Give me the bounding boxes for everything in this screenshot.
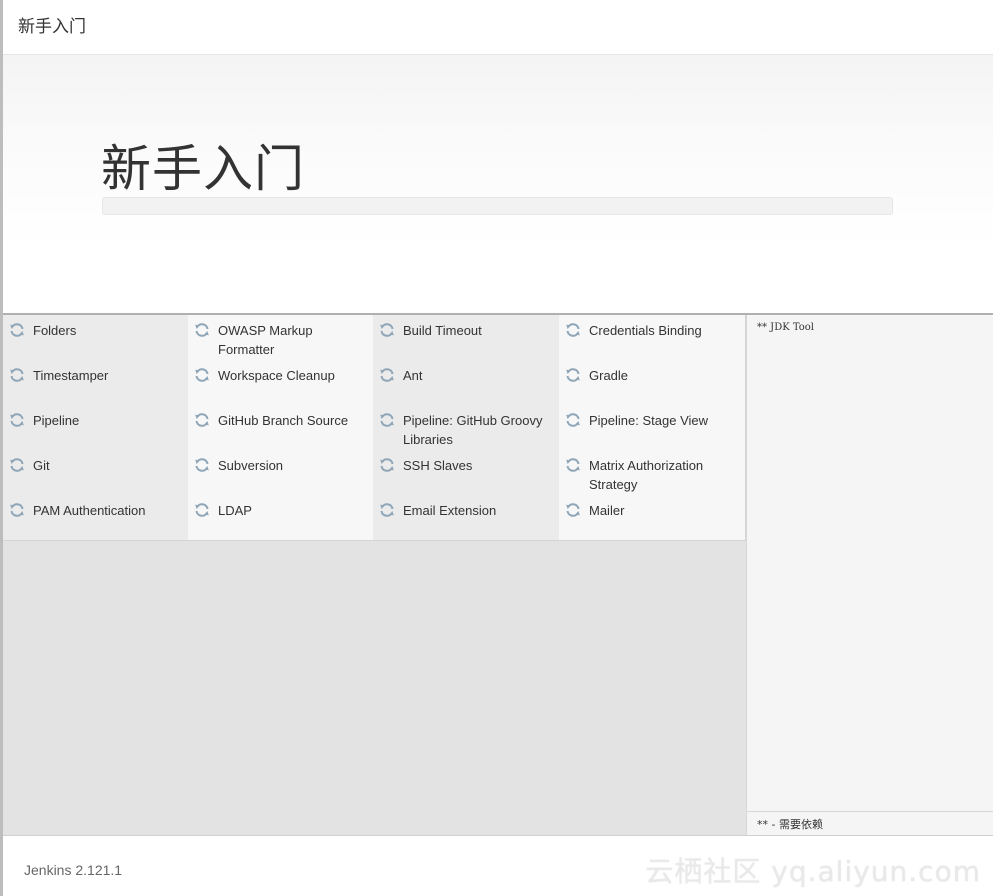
plugin-item: Build Timeout	[373, 315, 560, 361]
refresh-icon	[194, 322, 210, 338]
refresh-icon	[379, 367, 395, 383]
plugin-name: Pipeline	[33, 413, 80, 428]
version-label: Jenkins 2.121.1	[24, 862, 123, 878]
plugin-install-area: Folders OWASP Markup Formatter Build Timeo…	[3, 315, 746, 835]
plugin-name: Timestamper	[33, 368, 109, 383]
plugin-name: GitHub Branch Source	[218, 413, 349, 428]
plugin-item: Subversion	[188, 450, 374, 496]
plugin-item: GitHub Branch Source	[188, 405, 374, 451]
refresh-icon	[565, 412, 581, 428]
plugin-item: Credentials Binding	[559, 315, 746, 361]
plugin-item: Ant	[373, 360, 560, 406]
plugin-name: SSH Slaves	[403, 458, 473, 473]
plugin-item: Pipeline	[3, 405, 189, 451]
refresh-icon	[9, 322, 25, 338]
plugin-name: Matrix Authorization Strategy	[589, 458, 704, 492]
plugin-item: Gradle	[559, 360, 746, 406]
refresh-icon	[194, 502, 210, 518]
refresh-icon	[194, 457, 210, 473]
plugin-name: Email Extension	[403, 503, 497, 518]
dependency-note: ** - 需要依赖	[757, 818, 823, 831]
dialog-title: 新手入门	[18, 17, 86, 36]
plugin-name: Pipeline: GitHub Groovy Libraries	[403, 413, 543, 447]
plugin-item: LDAP	[188, 495, 374, 541]
install-progress-bar	[102, 197, 893, 215]
plugin-item: Workspace Cleanup	[188, 360, 374, 406]
install-log-footer: ** - 需要依赖	[747, 811, 993, 835]
install-log-panel[interactable]: ** JDK Tool ** - 需要依赖	[746, 315, 993, 835]
top-bar: 新手入门	[3, 0, 993, 55]
refresh-icon	[565, 322, 581, 338]
plugin-name: LDAP	[218, 503, 252, 518]
refresh-icon	[194, 367, 210, 383]
plugin-name: Git	[33, 458, 50, 473]
plugin-item: Email Extension	[373, 495, 560, 541]
watermark: 云栖社区 yq.aliyun.com	[645, 855, 981, 888]
refresh-icon	[379, 502, 395, 518]
plugin-name: Credentials Binding	[589, 323, 702, 338]
plugin-item: Pipeline: Stage View	[559, 405, 746, 451]
page-title: 新手入门	[101, 141, 305, 197]
footer: Jenkins 2.121.1 云栖社区 yq.aliyun.com	[3, 835, 993, 896]
plugin-name: PAM Authentication	[33, 503, 146, 518]
plugin-item: PAM Authentication	[3, 495, 189, 541]
plugin-grid: Folders OWASP Markup Formatter Build Timeo…	[3, 315, 746, 542]
refresh-icon	[379, 412, 395, 428]
refresh-icon	[379, 457, 395, 473]
plugin-name: Workspace Cleanup	[218, 368, 335, 383]
plugin-name: Ant	[403, 368, 423, 383]
plugin-name: Build Timeout	[403, 323, 482, 338]
refresh-icon	[9, 457, 25, 473]
refresh-icon	[379, 322, 395, 338]
refresh-icon	[565, 367, 581, 383]
refresh-icon	[9, 502, 25, 518]
install-log-text: ** JDK Tool	[757, 322, 814, 333]
plugin-item: Pipeline: GitHub Groovy Libraries	[373, 405, 560, 451]
plugin-item: Matrix Authorization Strategy	[559, 450, 746, 496]
plugin-name: Gradle	[589, 368, 629, 383]
plugin-item: Timestamper	[3, 360, 189, 406]
plugin-item: Git	[3, 450, 189, 496]
refresh-icon	[565, 502, 581, 518]
plugin-name: Folders	[33, 323, 77, 338]
hero-section: 新手入门	[3, 55, 993, 315]
plugin-name: Pipeline: Stage View	[589, 413, 709, 428]
plugin-name: Subversion	[218, 458, 284, 473]
refresh-icon	[9, 367, 25, 383]
refresh-icon	[9, 412, 25, 428]
plugin-item: Folders	[3, 315, 189, 361]
refresh-icon	[565, 457, 581, 473]
refresh-icon	[194, 412, 210, 428]
plugin-item: OWASP Markup Formatter	[188, 315, 374, 361]
plugin-name: OWASP Markup Formatter	[218, 323, 313, 357]
plugin-item: SSH Slaves	[373, 450, 560, 496]
plugin-name: Mailer	[589, 503, 625, 518]
plugin-item: Mailer	[559, 495, 746, 541]
